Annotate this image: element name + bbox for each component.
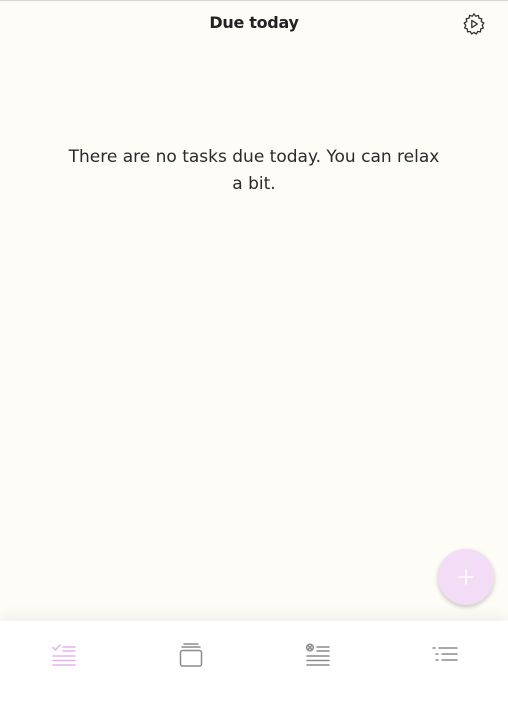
plus-icon [458, 569, 474, 585]
nav-item-all-tasks[interactable] [381, 621, 508, 689]
nav-item-upcoming[interactable] [127, 621, 254, 689]
list-icon [431, 647, 458, 661]
app-header: Due today [0, 1, 508, 45]
page-title: Due today [209, 13, 299, 32]
bottom-navigation [0, 621, 508, 702]
cancelled-list-icon [305, 643, 330, 666]
gear-icon [463, 13, 485, 35]
nav-item-cancelled[interactable] [254, 621, 381, 689]
empty-state-message: There are no tasks due today. You can re… [68, 147, 440, 194]
nav-item-due-today[interactable] [0, 621, 127, 689]
add-task-button[interactable] [438, 549, 494, 605]
stacked-cards-icon [179, 643, 202, 667]
settings-button[interactable] [460, 10, 488, 38]
checklist-icon [51, 644, 76, 666]
